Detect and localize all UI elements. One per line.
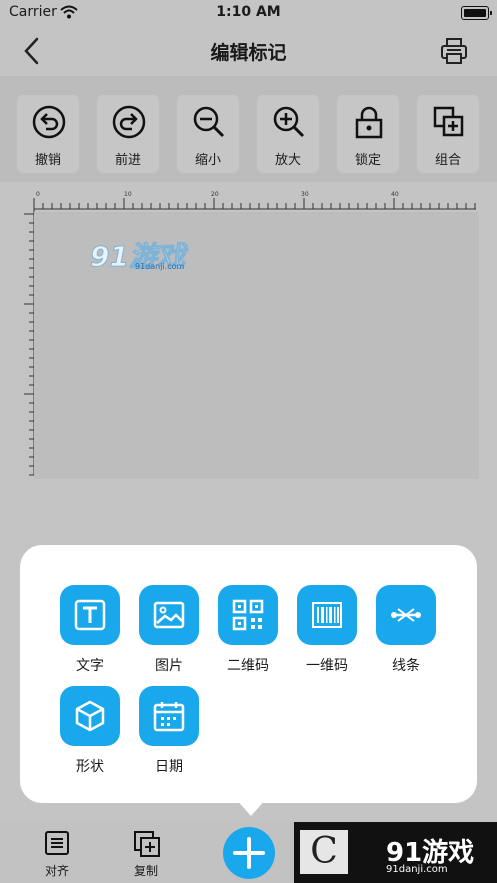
redo-button[interactable]: 前进 — [97, 95, 159, 173]
zoom-in-label: 放大 — [274, 153, 301, 168]
nav-bar: 编辑标记 — [0, 26, 497, 76]
add-image-item[interactable]: 图片 — [129, 585, 209, 675]
date-label: 日期 — [155, 759, 183, 775]
zoom-in-icon — [273, 106, 305, 138]
brand-subtext: 91danji.com — [386, 864, 448, 875]
image-label: 图片 — [155, 658, 183, 674]
add-text-item[interactable]: 文字 — [50, 585, 130, 675]
bottom-bar: 对齐 复制 C 91游戏 91danji.com — [0, 822, 497, 883]
h-tick-label: 40 — [391, 191, 399, 198]
redo-label: 前进 — [114, 153, 141, 168]
text-icon — [74, 599, 106, 631]
line-label: 线条 — [392, 658, 420, 674]
edit-toolbar: 撤销 前进 缩小 放大 锁定 组合 — [0, 76, 497, 182]
brand-c-logo: C — [300, 830, 348, 874]
sheet-pointer — [235, 798, 267, 816]
group-icon — [433, 106, 464, 137]
zoom-in-button[interactable]: 放大 — [257, 95, 319, 173]
copy-icon — [134, 831, 160, 857]
lock-label: 锁定 — [354, 153, 381, 168]
add-line-item[interactable]: 线条 — [366, 585, 446, 675]
status-time: 1:10 AM — [216, 4, 281, 20]
print-button[interactable] — [439, 36, 469, 66]
align-icon — [45, 831, 69, 855]
add-shape-item[interactable]: 形状 — [50, 686, 130, 776]
undo-button[interactable]: 撤销 — [17, 95, 79, 173]
align-label: 对齐 — [44, 864, 69, 878]
brand-watermark: C 91游戏 91danji.com — [294, 822, 497, 883]
add-button[interactable] — [223, 827, 275, 879]
add-qrcode-item[interactable]: 二维码 — [208, 585, 288, 675]
shape-label: 形状 — [76, 759, 104, 775]
zoom-out-label: 缩小 — [194, 153, 221, 168]
undo-icon — [32, 105, 66, 139]
vertical-ruler — [24, 209, 35, 476]
h-tick-label: 10 — [124, 191, 132, 198]
page-title: 编辑标记 — [210, 42, 287, 64]
label-canvas[interactable]: 0 10 20 30 40 0 10 20 — [24, 190, 480, 480]
add-barcode-item[interactable]: 一维码 — [287, 585, 367, 675]
align-button[interactable]: 对齐 — [32, 828, 82, 878]
calendar-icon — [153, 702, 185, 732]
group-button[interactable]: 组合 — [417, 95, 479, 173]
h-tick-label: 30 — [301, 191, 309, 198]
zoom-out-button[interactable]: 缩小 — [177, 95, 239, 173]
barcode-icon — [312, 602, 342, 628]
qr-code-icon — [232, 599, 264, 631]
lock-icon — [355, 106, 383, 139]
lock-button[interactable]: 锁定 — [337, 95, 399, 173]
status-bar: Carrier 1:10 AM — [0, 0, 497, 26]
group-label: 组合 — [434, 153, 461, 168]
plus-icon — [233, 837, 265, 869]
watermark-logo: 91游戏 91danji.com — [90, 235, 186, 275]
text-label: 文字 — [76, 658, 104, 674]
barcode-label: 一维码 — [306, 658, 348, 674]
h-tick-label: 20 — [211, 191, 219, 198]
add-date-item[interactable]: 日期 — [129, 686, 209, 776]
image-icon — [153, 601, 185, 629]
watermark-sub: 91danji.com — [135, 262, 185, 271]
copy-label: 复制 — [133, 864, 158, 878]
line-icon — [391, 608, 421, 622]
undo-label: 撤销 — [34, 153, 61, 168]
cube-icon — [75, 700, 105, 732]
qrcode-label: 二维码 — [227, 658, 269, 674]
add-element-sheet: 文字 图片 二维码 一维码 线条 形状 日期 — [20, 545, 477, 803]
copy-button[interactable]: 复制 — [121, 828, 171, 878]
h-tick-label: 0 — [36, 191, 40, 198]
horizontal-ruler — [33, 198, 476, 210]
redo-icon — [112, 105, 146, 139]
zoom-out-icon — [193, 106, 225, 138]
battery-icon — [461, 6, 492, 20]
printer-icon — [441, 38, 467, 64]
